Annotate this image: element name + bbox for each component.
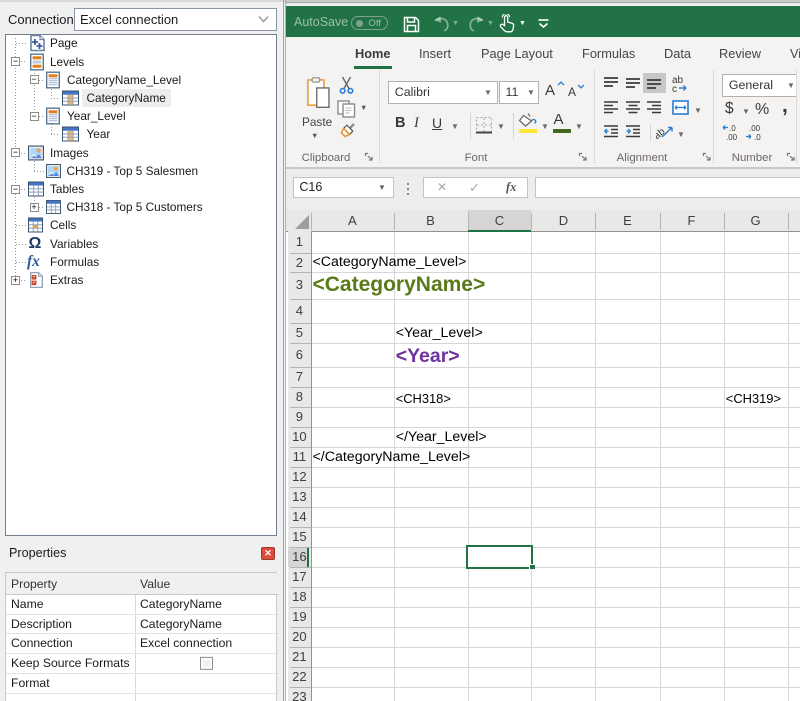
svg-text:.00: .00 [749,124,761,133]
svg-text:.0: .0 [729,124,736,133]
svg-text:.00: .00 [726,133,738,141]
svg-text:c: c [672,84,677,93]
svg-text:.0: .0 [754,133,761,141]
